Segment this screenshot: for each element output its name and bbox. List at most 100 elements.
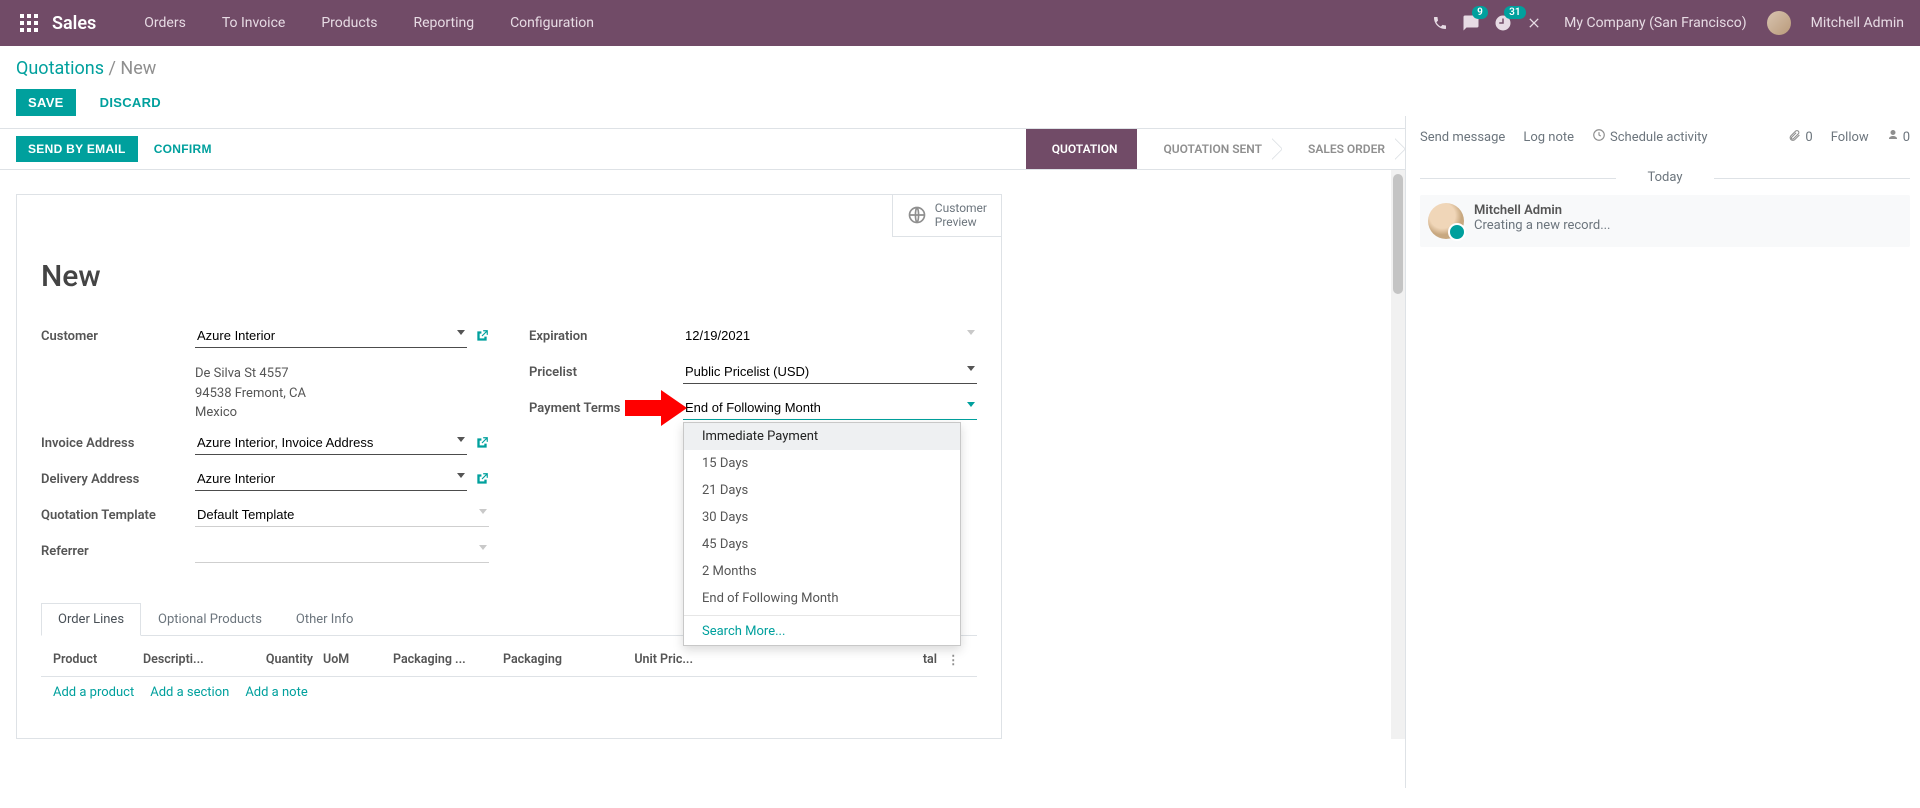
payment-terms-field[interactable]	[683, 396, 977, 420]
chatter-message: Mitchell Admin Creating a new record...	[1420, 195, 1910, 247]
attachments-button[interactable]: 0	[1788, 129, 1812, 146]
menu-orders[interactable]: Orders	[126, 0, 204, 46]
follow-button[interactable]: Follow	[1831, 130, 1869, 145]
customer-preview-button[interactable]: Customer Preview	[892, 195, 1001, 237]
referrer-field[interactable]	[195, 539, 489, 563]
dropdown-option[interactable]: 45 Days	[684, 531, 960, 558]
debug-icon[interactable]	[1526, 15, 1542, 31]
message-body: Creating a new record...	[1474, 218, 1611, 233]
user-name[interactable]: Mitchell Admin	[1811, 15, 1904, 31]
tab-order-lines[interactable]: Order Lines	[41, 603, 141, 636]
status-sales-order[interactable]: SALES ORDER	[1282, 129, 1405, 169]
message-avatar	[1428, 203, 1464, 239]
status-quotation-sent[interactable]: QUOTATION SENT	[1137, 129, 1282, 169]
schedule-activity-link[interactable]: Schedule activity	[1592, 128, 1708, 146]
send-message-link[interactable]: Send message	[1420, 130, 1505, 145]
dropdown-option[interactable]: 15 Days	[684, 450, 960, 477]
paperclip-icon	[1788, 129, 1801, 146]
pricelist-field[interactable]	[683, 360, 977, 384]
activities-icon[interactable]: 31	[1494, 14, 1512, 32]
messages-icon[interactable]: 9	[1462, 14, 1480, 32]
save-button[interactable]: SAVE	[16, 89, 76, 116]
dropdown-option[interactable]: Immediate Payment	[684, 423, 960, 450]
dropdown-search-more[interactable]: Search More...	[684, 615, 960, 645]
dropdown-option[interactable]: 2 Months	[684, 558, 960, 585]
menu-reporting[interactable]: Reporting	[396, 0, 493, 46]
dropdown-option[interactable]: End of Following Month	[684, 585, 960, 612]
payment-terms-dropdown: Immediate Payment 15 Days 21 Days 30 Day…	[683, 422, 961, 646]
chevron-down-icon[interactable]	[967, 366, 975, 371]
chevron-down-icon[interactable]	[457, 330, 465, 335]
log-note-link[interactable]: Log note	[1523, 130, 1574, 145]
quotation-template-field[interactable]	[195, 503, 489, 527]
add-note-link[interactable]: Add a note	[245, 685, 307, 700]
add-section-link[interactable]: Add a section	[150, 685, 229, 700]
col-quantity: Quantity	[233, 652, 323, 667]
payment-terms-label: Payment Terms	[529, 396, 683, 416]
order-lines-header: Product Descripti... Quantity UoM Packag…	[41, 644, 977, 677]
menu-to-invoice[interactable]: To Invoice	[204, 0, 304, 46]
followers-button[interactable]: 0	[1887, 129, 1910, 145]
apps-icon[interactable]	[20, 14, 38, 32]
col-packaging: Packaging	[503, 652, 613, 667]
tab-optional-products[interactable]: Optional Products	[141, 603, 279, 635]
referrer-label: Referrer	[41, 539, 195, 559]
record-title: New	[41, 259, 1001, 294]
status-quotation[interactable]: QUOTATION	[1026, 129, 1138, 169]
customer-label: Customer	[41, 324, 195, 344]
user-icon	[1887, 129, 1899, 145]
breadcrumb: Quotations / New	[16, 58, 1904, 79]
chevron-down-icon[interactable]	[479, 545, 487, 550]
breadcrumb-root[interactable]: Quotations	[16, 58, 104, 79]
message-author: Mitchell Admin	[1474, 203, 1611, 218]
customer-preview-label: Customer Preview	[935, 201, 987, 230]
external-link-icon[interactable]	[475, 436, 489, 450]
messages-badge: 9	[1472, 6, 1488, 19]
delivery-address-field[interactable]	[195, 467, 467, 491]
app-brand[interactable]: Sales	[52, 13, 96, 34]
customer-address: De Silva St 4557 94538 Fremont, CA Mexic…	[195, 364, 489, 423]
top-menu: Orders To Invoice Products Reporting Con…	[126, 0, 612, 46]
send-by-email-button[interactable]: SEND BY EMAIL	[16, 136, 138, 162]
quotation-template-label: Quotation Template	[41, 503, 195, 523]
chevron-down-icon[interactable]	[967, 402, 975, 407]
external-link-icon[interactable]	[475, 472, 489, 486]
clock-icon	[1592, 128, 1606, 146]
external-link-icon[interactable]	[475, 329, 489, 343]
menu-products[interactable]: Products	[303, 0, 395, 46]
expiration-field[interactable]	[683, 324, 977, 347]
dropdown-option[interactable]: 21 Days	[684, 477, 960, 504]
form-sheet: Customer Preview New Customer	[16, 194, 1002, 739]
invoice-address-label: Invoice Address	[41, 431, 195, 451]
expiration-label: Expiration	[529, 324, 683, 344]
col-description: Descripti...	[143, 652, 233, 667]
chevron-down-icon[interactable]	[457, 473, 465, 478]
globe-icon	[907, 205, 927, 225]
status-steps: QUOTATION QUOTATION SENT SALES ORDER	[1026, 129, 1405, 169]
scrollbar-track[interactable]	[1391, 170, 1405, 739]
kebab-icon[interactable]: ⋮	[947, 652, 965, 668]
activities-badge: 31	[1504, 6, 1525, 19]
confirm-button[interactable]: CONFIRM	[142, 136, 224, 162]
col-uom: UoM	[323, 652, 393, 667]
navbar-right: 9 31 My Company (San Francisco) Mitchell…	[1432, 11, 1904, 35]
chevron-down-icon[interactable]	[457, 437, 465, 442]
menu-configuration[interactable]: Configuration	[492, 0, 612, 46]
chevron-down-icon[interactable]	[479, 509, 487, 514]
discard-button[interactable]: DISCARD	[88, 89, 173, 116]
dropdown-option[interactable]: 30 Days	[684, 504, 960, 531]
chatter-panel: Send message Log note Schedule activity …	[1405, 116, 1920, 788]
add-product-link[interactable]: Add a product	[53, 685, 134, 700]
delivery-address-label: Delivery Address	[41, 467, 195, 487]
company-switcher[interactable]: My Company (San Francisco)	[1564, 15, 1746, 31]
customer-field[interactable]	[195, 324, 467, 348]
tab-other-info[interactable]: Other Info	[279, 603, 371, 635]
user-avatar[interactable]	[1767, 11, 1791, 35]
phone-icon[interactable]	[1432, 15, 1448, 31]
scrollbar-thumb[interactable]	[1393, 174, 1403, 294]
breadcrumb-current: New	[120, 58, 156, 79]
today-divider: Today	[1420, 170, 1910, 185]
invoice-address-field[interactable]	[195, 431, 467, 455]
chevron-down-icon[interactable]	[967, 330, 975, 335]
col-unit-price: Unit Pric...	[613, 652, 703, 667]
